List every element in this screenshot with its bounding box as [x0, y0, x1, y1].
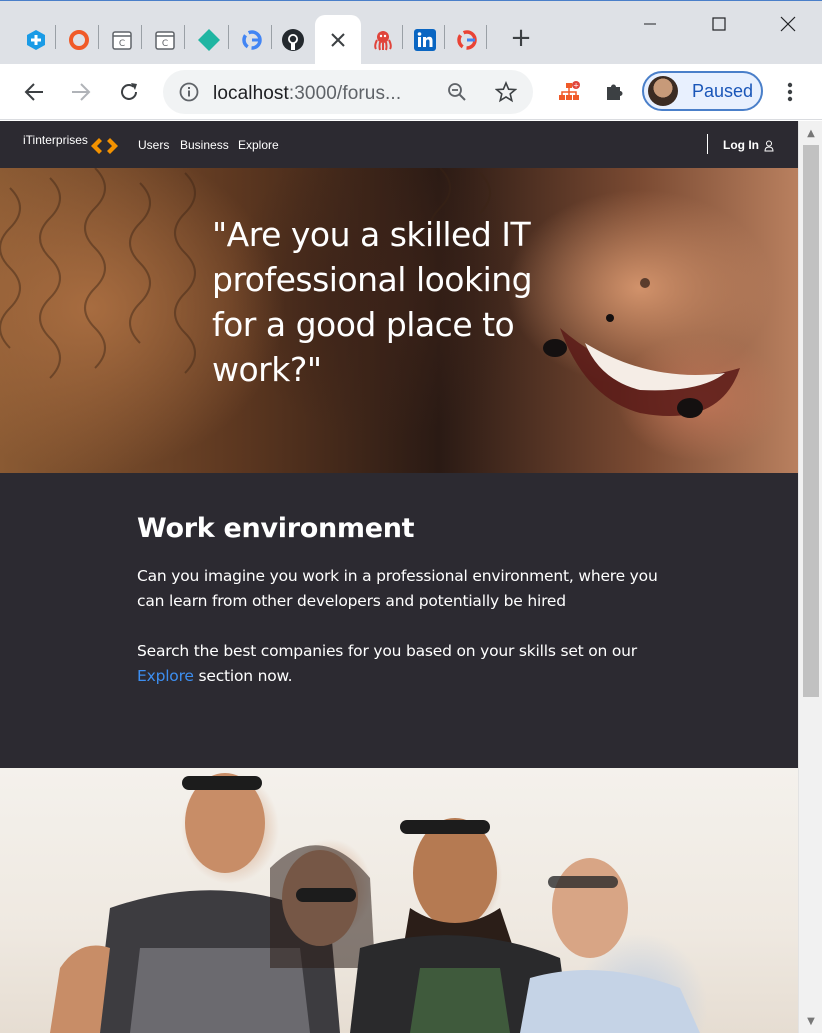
sitemap-icon: + [559, 81, 580, 100]
tab-6[interactable] [232, 15, 272, 65]
ring-icon [67, 28, 91, 52]
close-icon [780, 16, 796, 32]
menu-button[interactable] [773, 75, 807, 109]
paragraph-2-text: Search the best companies for you based … [137, 642, 637, 660]
zoom-out-icon[interactable] [447, 82, 467, 102]
section-title: Work environment [137, 513, 415, 544]
paragraph-2-suffix: section now. [193, 667, 293, 685]
plus-hexagon-icon [24, 28, 48, 52]
maximize-button[interactable] [684, 1, 754, 47]
new-tab-button[interactable]: + [506, 23, 536, 53]
tab-3[interactable]: C [102, 15, 142, 65]
tab-7[interactable] [273, 15, 313, 65]
hero-quote: "Are you a skilled IT professional looki… [212, 215, 533, 389]
profile-button[interactable]: Paused [642, 71, 763, 111]
forward-button[interactable] [64, 75, 98, 109]
tab-5[interactable] [189, 15, 229, 65]
info-icon [179, 82, 199, 102]
friends-photo-image [50, 773, 700, 1033]
calendar-c-icon: C [110, 28, 134, 52]
profile-label: Paused [692, 81, 754, 101]
google-icon [455, 28, 479, 52]
back-button[interactable] [17, 75, 51, 109]
explore-link[interactable]: Explore [137, 667, 194, 685]
minimize-icon [644, 23, 656, 25]
extension-button[interactable]: + [552, 75, 586, 109]
site-navbar: iTinterprises Users Business Explore Log… [0, 121, 798, 168]
brand-name[interactable]: iTinterprises [23, 133, 88, 147]
minimize-button[interactable] [615, 1, 685, 47]
reload-icon [121, 83, 137, 100]
tab-10[interactable] [405, 15, 445, 65]
calendar-c-icon: C [153, 28, 177, 52]
user-icon[interactable] [764, 140, 774, 152]
more-vert-icon [787, 82, 793, 102]
tab-1[interactable] [16, 15, 56, 65]
tab-active[interactable] [315, 15, 361, 65]
tab-11[interactable] [447, 15, 487, 65]
page-viewport: iTinterprises Users Business Explore Log… [0, 121, 798, 1033]
scroll-thumb[interactable] [803, 145, 819, 697]
nav-explore-link[interactable]: Explore [238, 138, 279, 152]
maximize-icon [712, 17, 726, 31]
tab-4[interactable]: C [145, 15, 185, 65]
nav-users-link[interactable]: Users [138, 138, 169, 152]
browser-tab-strip: C C + [0, 0, 822, 65]
linkedin-icon [413, 28, 437, 52]
google-icon [240, 28, 264, 52]
section-paragraph-2: Search the best companies for you based … [137, 639, 677, 689]
url-text[interactable]: localhost:3000/forus... [213, 83, 401, 105]
nav-business-link[interactable]: Business [180, 138, 229, 152]
close-window-button[interactable] [753, 1, 822, 47]
friends-photo [0, 768, 798, 1033]
svg-text:C: C [162, 39, 168, 49]
reload-button[interactable] [112, 75, 146, 109]
star-icon[interactable] [495, 81, 517, 103]
browser-toolbar: localhost:3000/forus... + Paused [0, 64, 822, 120]
svg-text:+: + [573, 82, 579, 90]
login-link[interactable]: Log In [723, 138, 759, 152]
hero-banner: "Are you a skilled IT professional looki… [0, 168, 798, 473]
octopus-icon [371, 28, 395, 52]
work-environment-section: Work environment Can you imagine you wor… [0, 473, 798, 768]
tab-2[interactable] [59, 15, 99, 65]
brand-logo-icon[interactable] [90, 137, 122, 155]
scroll-up-icon[interactable]: ▲ [805, 127, 817, 139]
github-icon [281, 28, 305, 52]
diamond-icon [197, 28, 221, 52]
puzzle-icon [607, 84, 623, 100]
close-icon[interactable] [326, 28, 350, 52]
scroll-down-icon[interactable]: ▼ [805, 1015, 817, 1027]
arrow-right-icon [72, 83, 91, 101]
address-bar[interactable]: localhost:3000/forus... [163, 70, 533, 114]
svg-text:C: C [119, 39, 125, 49]
nav-divider [707, 134, 708, 154]
section-paragraph-1: Can you imagine you work in a profession… [137, 567, 658, 610]
arrow-left-icon [24, 83, 43, 101]
tab-9[interactable] [363, 15, 403, 65]
extensions-button[interactable] [597, 75, 631, 109]
avatar [648, 76, 678, 106]
page-scrollbar[interactable]: ▲ ▼ [798, 121, 822, 1033]
